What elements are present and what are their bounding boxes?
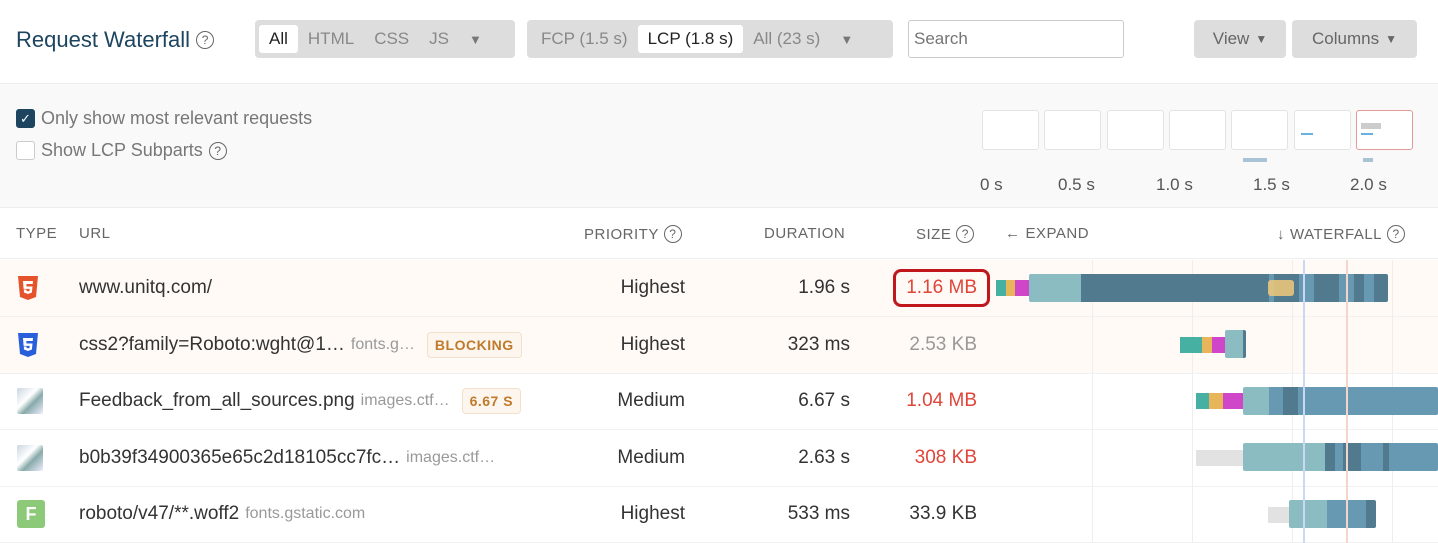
filmstrip-frame[interactable] — [1044, 110, 1101, 150]
column-priority[interactable]: PRIORITY? — [584, 225, 682, 243]
request-host: images.ctf… — [406, 448, 496, 466]
request-host: fonts.gstatic.com — [245, 505, 366, 523]
view-button[interactable]: View ▼ — [1194, 20, 1286, 58]
bar-ssl — [1212, 337, 1225, 353]
priority: Highest — [620, 333, 685, 355]
waterfall-bar[interactable] — [1243, 443, 1438, 471]
bar-ssl — [1223, 393, 1243, 409]
columns-button[interactable]: Columns ▼ — [1292, 20, 1417, 58]
duration: 533 ms — [787, 503, 850, 525]
bar-dns — [1180, 337, 1202, 353]
size: 1.04 MB — [906, 390, 977, 412]
type-filter-html[interactable]: HTML — [298, 25, 364, 53]
column-type[interactable]: TYPE — [16, 225, 57, 242]
relevant-requests-checkbox[interactable]: ✓ Only show most relevant requests — [16, 108, 312, 129]
milestone-all[interactable]: All (23 s) — [743, 25, 830, 53]
lcp-subparts-checkbox[interactable]: Show LCP Subparts? — [16, 140, 227, 161]
request-url[interactable]: b0b39f34900365e65c2d18105cc7fc… images.ct… — [79, 430, 549, 486]
filmstrip-frame-lcp[interactable] — [1356, 110, 1413, 150]
bar-queued — [1268, 507, 1289, 523]
table-row[interactable]: F roboto/v47/**.woff2 fonts.gstatic.com H… — [0, 486, 1438, 543]
request-badge: BLOCKING — [426, 331, 522, 358]
bar-dns — [1196, 393, 1209, 409]
column-duration[interactable]: DURATION — [764, 225, 845, 242]
help-icon[interactable]: ? — [196, 31, 215, 49]
search-input[interactable] — [908, 20, 1124, 58]
filmstrip-frame[interactable] — [982, 110, 1039, 150]
priority: Highest — [620, 503, 685, 525]
help-icon[interactable]: ? — [663, 225, 682, 243]
help-icon[interactable]: ? — [208, 141, 227, 160]
request-badge: 6.67 S — [461, 388, 522, 415]
column-waterfall[interactable]: ↓ WATERFALL? — [1277, 225, 1406, 243]
page-title: Request Waterfall? — [16, 27, 215, 53]
size: 308 KB — [914, 446, 977, 468]
bar-lcp-marker — [1268, 280, 1294, 296]
expand-button[interactable]: ← EXPAND — [1005, 225, 1089, 242]
milestone-filter: FCP (1.5 s) LCP (1.8 s) All (23 s) ▼ — [527, 20, 893, 58]
html5-icon — [17, 260, 39, 316]
waterfall-gridline — [1092, 260, 1093, 543]
bar-connect — [1209, 393, 1223, 409]
priority: Medium — [617, 390, 685, 412]
checkbox-checked-icon[interactable]: ✓ — [16, 109, 35, 128]
request-url[interactable]: roboto/v47/**.woff2 fonts.gstatic.com — [79, 486, 549, 542]
type-filter-css[interactable]: CSS — [364, 25, 419, 53]
size: 33.9 KB — [909, 503, 977, 525]
bar-dns — [996, 280, 1006, 296]
size: 1.16 MB — [893, 260, 990, 316]
request-url[interactable]: www.unitq.com/ — [79, 260, 549, 316]
duration: 323 ms — [787, 333, 850, 355]
bar-queued — [1196, 450, 1243, 466]
request-host: fonts.g… — [350, 335, 415, 353]
filmstrip-frame[interactable] — [1169, 110, 1226, 150]
duration: 2.63 s — [798, 446, 850, 468]
waterfall-bar[interactable] — [1243, 387, 1438, 415]
request-url[interactable]: Feedback_from_all_sources.png images.ctf…… — [79, 373, 549, 429]
chevron-down-icon[interactable]: ▼ — [830, 28, 863, 51]
column-size[interactable]: SIZE? — [916, 225, 975, 243]
filmstrip-frame[interactable] — [1294, 110, 1351, 150]
arrow-down-icon: ↓ — [1277, 225, 1285, 243]
column-url[interactable]: URL — [79, 225, 111, 242]
arrow-left-icon: ← — [1005, 225, 1021, 242]
bar-connect — [1006, 280, 1015, 296]
type-filter: All HTML CSS JS ▼ — [255, 20, 515, 58]
milestone-fcp[interactable]: FCP (1.5 s) — [531, 25, 638, 53]
help-icon[interactable]: ? — [956, 225, 975, 243]
type-filter-all[interactable]: All — [259, 25, 298, 53]
size: 2.53 KB — [909, 333, 977, 355]
filmstrip-frame[interactable] — [1231, 110, 1288, 150]
image-thumbnail-icon — [17, 430, 43, 486]
font-icon: F — [17, 486, 45, 542]
waterfall-bar[interactable] — [1225, 330, 1246, 358]
help-icon[interactable]: ? — [1387, 225, 1406, 243]
filmstrip-frame[interactable] — [1107, 110, 1164, 150]
lcp-marker-line — [1346, 260, 1348, 543]
bar-ssl — [1015, 280, 1029, 296]
toolbar: Request Waterfall? All HTML CSS JS ▼ FCP… — [0, 0, 1438, 84]
chevron-down-icon: ▼ — [1385, 32, 1397, 46]
table-header: TYPE URL PRIORITY? DURATION SIZE? ← EXPAN… — [0, 208, 1438, 259]
milestone-lcp[interactable]: LCP (1.8 s) — [637, 25, 744, 53]
request-url[interactable]: css2?family=Roboto:wght@1… fonts.g… BLOCKI… — [79, 317, 549, 373]
duration: 1.96 s — [798, 277, 850, 298]
priority: Highest — [620, 277, 685, 298]
waterfall-gridline — [1192, 260, 1193, 543]
priority: Medium — [617, 446, 685, 468]
type-filter-js[interactable]: JS — [419, 25, 459, 53]
duration: 6.67 s — [798, 390, 850, 412]
chevron-down-icon: ▼ — [1255, 32, 1268, 46]
fcp-marker-line — [1303, 260, 1305, 543]
image-thumbnail-icon — [17, 373, 43, 429]
css3-icon — [17, 317, 39, 373]
request-host: images.ctf… — [360, 392, 450, 410]
chevron-down-icon[interactable]: ▼ — [459, 28, 492, 51]
checkbox-icon[interactable] — [16, 141, 35, 160]
bar-connect — [1202, 337, 1212, 353]
waterfall-bar[interactable] — [1029, 274, 1388, 302]
